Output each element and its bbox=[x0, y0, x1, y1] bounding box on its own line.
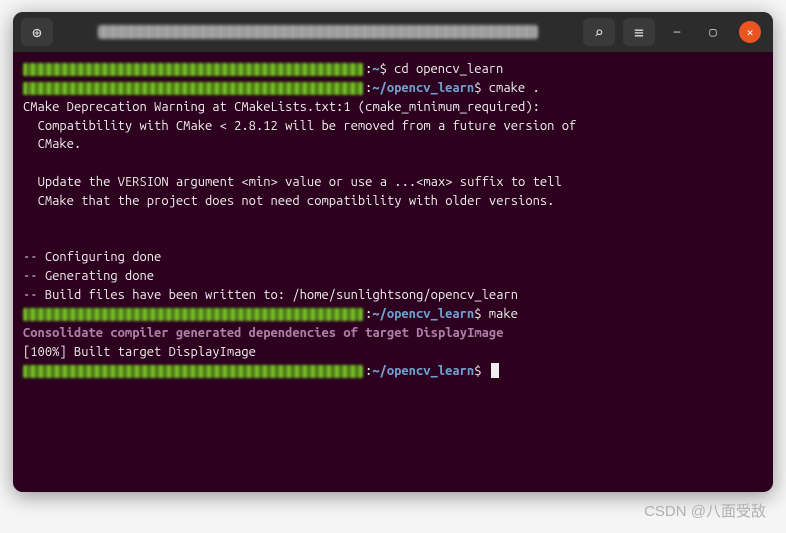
user-host-redacted bbox=[23, 82, 363, 95]
terminal-line: Consolidate compiler generated dependenc… bbox=[23, 324, 763, 343]
terminal-line bbox=[23, 154, 763, 173]
maximize-icon: ▢ bbox=[709, 25, 716, 39]
plus-icon: ⊕ bbox=[32, 23, 42, 42]
terminal-line: -- Generating done bbox=[23, 267, 763, 286]
terminal-line: CMake that the project does not need com… bbox=[23, 192, 763, 211]
terminal-body[interactable]: :~$ cd opencv_learn:~/opencv_learn$ cmak… bbox=[13, 52, 773, 492]
terminal-line: :~/opencv_learn$ make bbox=[23, 305, 763, 324]
user-host-redacted bbox=[23, 308, 363, 321]
command-text: cd opencv_learn bbox=[387, 62, 503, 76]
terminal-line: -- Configuring done bbox=[23, 248, 763, 267]
minimize-button[interactable]: — bbox=[663, 18, 691, 46]
user-host-redacted bbox=[23, 365, 363, 378]
prompt-path: ~/opencv_learn bbox=[372, 81, 474, 95]
terminal-window: ⊕ ⌕ ≡ — ▢ ✕ :~$ cd opencv_learn:~/opencv… bbox=[13, 12, 773, 492]
command-text: cmake . bbox=[481, 81, 539, 95]
watermark-text: CSDN @八面受敌 bbox=[644, 500, 766, 521]
prompt-path: ~/opencv_learn bbox=[372, 307, 474, 321]
terminal-line bbox=[23, 230, 763, 249]
user-host-redacted bbox=[23, 63, 363, 76]
new-tab-button[interactable]: ⊕ bbox=[21, 18, 53, 46]
search-icon: ⌕ bbox=[594, 23, 604, 42]
titlebar-controls: ⌕ ≡ — ▢ ✕ bbox=[583, 18, 765, 46]
cursor bbox=[491, 363, 499, 378]
terminal-line bbox=[23, 211, 763, 230]
close-icon: ✕ bbox=[747, 26, 754, 39]
window-title bbox=[61, 18, 575, 46]
terminal-line: [100%] Built target DisplayImage bbox=[23, 343, 763, 362]
terminal-line: -- Build files have been written to: /ho… bbox=[23, 286, 763, 305]
terminal-line: Compatibility with CMake < 2.8.12 will b… bbox=[23, 117, 763, 136]
terminal-line: :~$ cd opencv_learn bbox=[23, 60, 763, 79]
title-redacted bbox=[98, 25, 538, 39]
command-text bbox=[481, 364, 488, 378]
maximize-button[interactable]: ▢ bbox=[699, 18, 727, 46]
minimize-icon: — bbox=[674, 26, 681, 39]
prompt-path: ~ bbox=[372, 62, 379, 76]
titlebar: ⊕ ⌕ ≡ — ▢ ✕ bbox=[13, 12, 773, 52]
hamburger-icon: ≡ bbox=[634, 23, 644, 42]
search-button[interactable]: ⌕ bbox=[583, 18, 615, 46]
terminal-line: :~/opencv_learn$ cmake . bbox=[23, 79, 763, 98]
prompt-path: ~/opencv_learn bbox=[372, 364, 474, 378]
terminal-line: CMake Deprecation Warning at CMakeLists.… bbox=[23, 98, 763, 117]
terminal-line: Update the VERSION argument <min> value … bbox=[23, 173, 763, 192]
terminal-line: CMake. bbox=[23, 135, 763, 154]
command-text: make bbox=[481, 307, 517, 321]
terminal-line: :~/opencv_learn$ bbox=[23, 362, 763, 381]
menu-button[interactable]: ≡ bbox=[623, 18, 655, 46]
close-button[interactable]: ✕ bbox=[739, 21, 761, 43]
